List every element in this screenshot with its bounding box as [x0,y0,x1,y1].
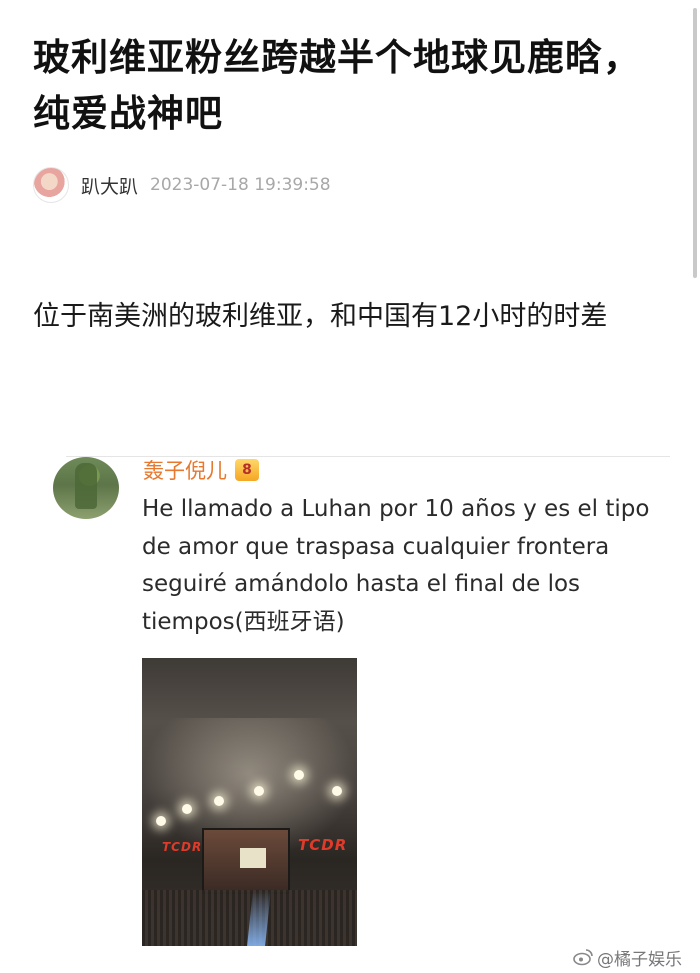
avatar-figure [75,463,97,509]
watermark: @橘子娱乐 [573,944,682,970]
post-body: 位于南美洲的玻利维亚，和中国有12小时的时差 [33,301,608,332]
author-avatar[interactable] [33,167,69,203]
watermark-text: @橘子娱乐 [597,949,682,970]
stage-light [294,770,304,780]
crown-vip-icon: 8 [235,459,259,481]
stage-screen [202,828,290,894]
stage-label-right: TCDR [298,836,348,854]
post-title: 玻利维亚粉丝跨越半个地球见鹿晗，纯爱战神吧 [33,36,641,135]
stage-light [214,796,224,806]
post-timestamp: 2023-07-18 19:39:58 [150,175,331,195]
commenter-name[interactable]: 轰子倪儿 [143,455,227,485]
weibo-icon [573,948,593,966]
held-sign [240,848,266,868]
stage-light [254,786,264,796]
commenter-avatar[interactable] [53,457,119,519]
stage-light [182,804,192,814]
comment-header: 轰子倪儿 8 [143,455,259,485]
scrollbar[interactable] [693,8,697,278]
stage-label-left: TCDR [162,840,203,854]
comment-text: He llamado a Luhan por 10 años y es el t… [142,496,650,635]
concert-photo[interactable]: TCDR TCDR [142,658,357,946]
post-meta: 趴大趴 2023-07-18 19:39:58 [33,166,331,204]
author-name[interactable]: 趴大趴 [81,172,138,199]
stage-light [332,786,342,796]
stage-light [156,816,166,826]
